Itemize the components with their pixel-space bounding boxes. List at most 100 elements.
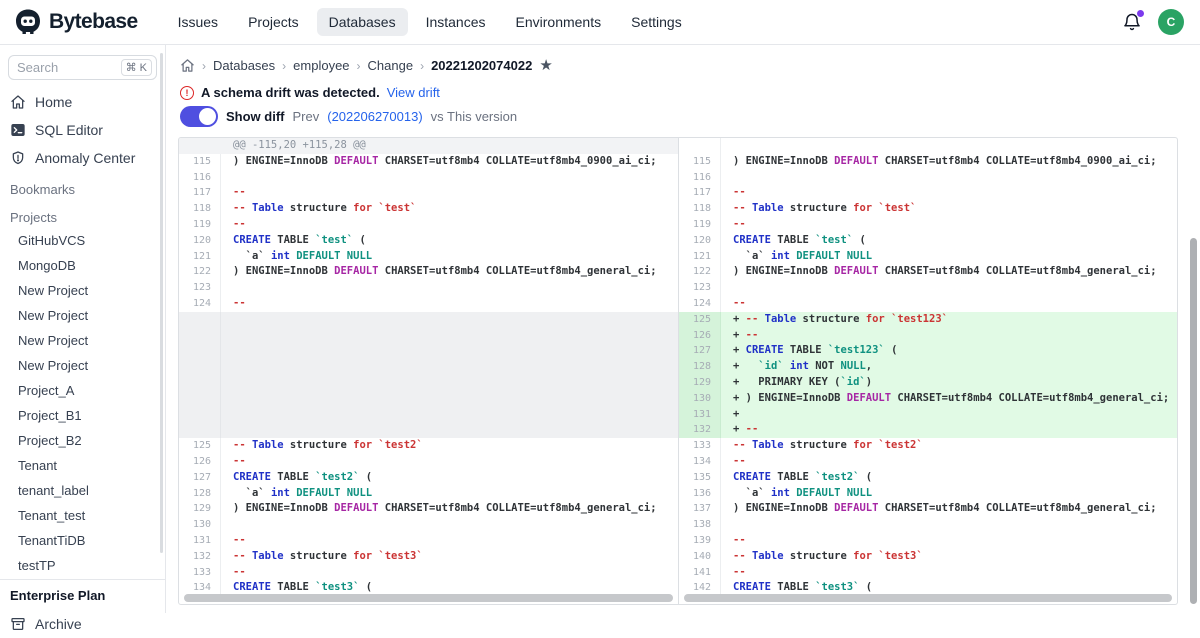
main-content: › Databases › employee › Change › 202212…: [166, 45, 1200, 613]
diff-row: 134--: [679, 454, 1177, 470]
search-input[interactable]: Search ⌘ K: [8, 55, 157, 80]
diff-row: [179, 328, 678, 344]
breadcrumb-version: 20221202074022: [431, 58, 532, 73]
sidebar-scrollbar[interactable]: [160, 53, 163, 553]
plan-badge: Enterprise Plan: [0, 579, 165, 613]
sidebar-project-item[interactable]: Tenant: [0, 453, 165, 478]
diff-row: 119--: [679, 217, 1177, 233]
nav-settings[interactable]: Settings: [619, 8, 694, 36]
breadcrumb-separator: ›: [357, 59, 361, 73]
diff-row: 140-- Table structure for `test3`: [679, 549, 1177, 565]
code-line: --: [721, 185, 746, 201]
sidebar-item-home[interactable]: Home: [0, 88, 165, 116]
show-diff-toggle[interactable]: [180, 106, 218, 127]
alert-text: A schema drift was detected.: [201, 85, 380, 100]
code-line: CREATE TABLE `test` (: [721, 233, 866, 249]
code-line: ) ENGINE=InnoDB DEFAULT CHARSET=utf8mb4 …: [221, 154, 657, 170]
code-line: + PRIMARY KEY (`id`): [721, 375, 872, 391]
diff-row: 122) ENGINE=InnoDB DEFAULT CHARSET=utf8m…: [179, 264, 678, 280]
top-navbar: Bytebase Issues Projects Databases Insta…: [0, 0, 1200, 45]
nav-databases[interactable]: Databases: [317, 8, 408, 36]
code-line: `a` int DEFAULT NULL: [221, 249, 372, 265]
diff-row: [179, 343, 678, 359]
horizontal-scrollbar[interactable]: [684, 594, 1172, 602]
home-icon: [10, 94, 26, 110]
diff-row: 139--: [679, 533, 1177, 549]
line-number: [179, 138, 221, 154]
sidebar-item-sql-editor[interactable]: SQL Editor: [0, 116, 165, 144]
code-line: [221, 359, 233, 375]
breadcrumb-change[interactable]: Change: [368, 58, 414, 73]
code-line: [221, 170, 233, 186]
star-icon[interactable]: ★: [539, 58, 552, 73]
home-breadcrumb-icon[interactable]: [180, 58, 195, 73]
line-number: 115: [179, 154, 221, 170]
line-number: 129: [679, 375, 721, 391]
code-line: -- Table structure for `test`: [221, 201, 416, 217]
line-number: 120: [679, 233, 721, 249]
line-number: 141: [679, 565, 721, 581]
code-line: --: [221, 185, 246, 201]
line-number: [179, 328, 221, 344]
line-number: 121: [679, 249, 721, 265]
bytebase-logo-icon: [14, 8, 42, 36]
sidebar-project-item[interactable]: New Project: [0, 328, 165, 353]
diff-pane-previous: @@ -115,20 +115,28 @@115) ENGINE=InnoDB …: [179, 138, 678, 604]
diff-row: 123: [679, 280, 1177, 296]
sidebar-project-item[interactable]: Project_B2: [0, 428, 165, 453]
line-number: 125: [679, 312, 721, 328]
line-number: 133: [179, 565, 221, 581]
sidebar-project-item[interactable]: MongoDB: [0, 253, 165, 278]
diff-row: @@ -115,20 +115,28 @@: [179, 138, 678, 154]
page-vertical-scrollbar[interactable]: [1190, 238, 1197, 604]
nav-issues[interactable]: Issues: [166, 8, 230, 36]
sidebar-project-item[interactable]: New Project: [0, 278, 165, 303]
horizontal-scrollbar[interactable]: [184, 594, 673, 602]
nav-projects[interactable]: Projects: [236, 8, 311, 36]
breadcrumb-employee[interactable]: employee: [293, 58, 349, 73]
sidebar-project-item[interactable]: GitHubVCS: [0, 228, 165, 253]
sidebar-project-item[interactable]: New Project: [0, 303, 165, 328]
notification-bell-icon[interactable]: [1122, 12, 1142, 32]
code-line: [721, 138, 733, 154]
sidebar-project-item[interactable]: New Project: [0, 353, 165, 378]
sidebar-project-item[interactable]: Project_A: [0, 378, 165, 403]
schema-diff-viewer: @@ -115,20 +115,28 @@115) ENGINE=InnoDB …: [178, 137, 1178, 605]
user-avatar[interactable]: C: [1158, 9, 1184, 35]
breadcrumb-databases[interactable]: Databases: [213, 58, 275, 73]
line-number: 134: [679, 454, 721, 470]
code-line: `a` int DEFAULT NULL: [721, 486, 872, 502]
nav-instances[interactable]: Instances: [414, 8, 498, 36]
breadcrumb: › Databases › employee › Change › 202212…: [180, 58, 553, 73]
diff-row: 129+ PRIMARY KEY (`id`): [679, 375, 1177, 391]
diff-row: 119--: [179, 217, 678, 233]
line-number: 131: [179, 533, 221, 549]
line-number: 121: [179, 249, 221, 265]
code-line: --: [721, 454, 746, 470]
vs-this-version-label: vs This version: [431, 109, 517, 124]
code-line: --: [221, 533, 246, 549]
line-number: [679, 138, 721, 154]
code-line: --: [221, 565, 246, 581]
diff-row: 127CREATE TABLE `test2` (: [179, 470, 678, 486]
line-number: 116: [679, 170, 721, 186]
nav-environments[interactable]: Environments: [504, 8, 614, 36]
diff-row: 117--: [179, 185, 678, 201]
line-number: 118: [179, 201, 221, 217]
code-line: @@ -115,20 +115,28 @@: [221, 138, 366, 154]
diff-row: 125-- Table structure for `test2`: [179, 438, 678, 454]
sidebar-project-item[interactable]: Project_B1: [0, 403, 165, 428]
sidebar-project-item[interactable]: testTP: [0, 553, 165, 578]
code-line: ) ENGINE=InnoDB DEFAULT CHARSET=utf8mb4 …: [721, 501, 1157, 517]
sidebar-project-item[interactable]: tenant_label: [0, 478, 165, 503]
bytebase-logo[interactable]: Bytebase: [0, 8, 138, 36]
sidebar-project-item[interactable]: Tenant_test: [0, 503, 165, 528]
sidebar-item-archive[interactable]: Archive: [0, 610, 165, 638]
sidebar-project-item[interactable]: TenantTiDB: [0, 528, 165, 553]
sidebar-item-anomaly-center[interactable]: Anomaly Center: [0, 144, 165, 172]
view-drift-link[interactable]: View drift: [387, 85, 440, 100]
line-number: 128: [679, 359, 721, 375]
prev-version-link[interactable]: (202206270013): [327, 109, 422, 124]
line-number: [179, 343, 221, 359]
line-number: 132: [179, 549, 221, 565]
